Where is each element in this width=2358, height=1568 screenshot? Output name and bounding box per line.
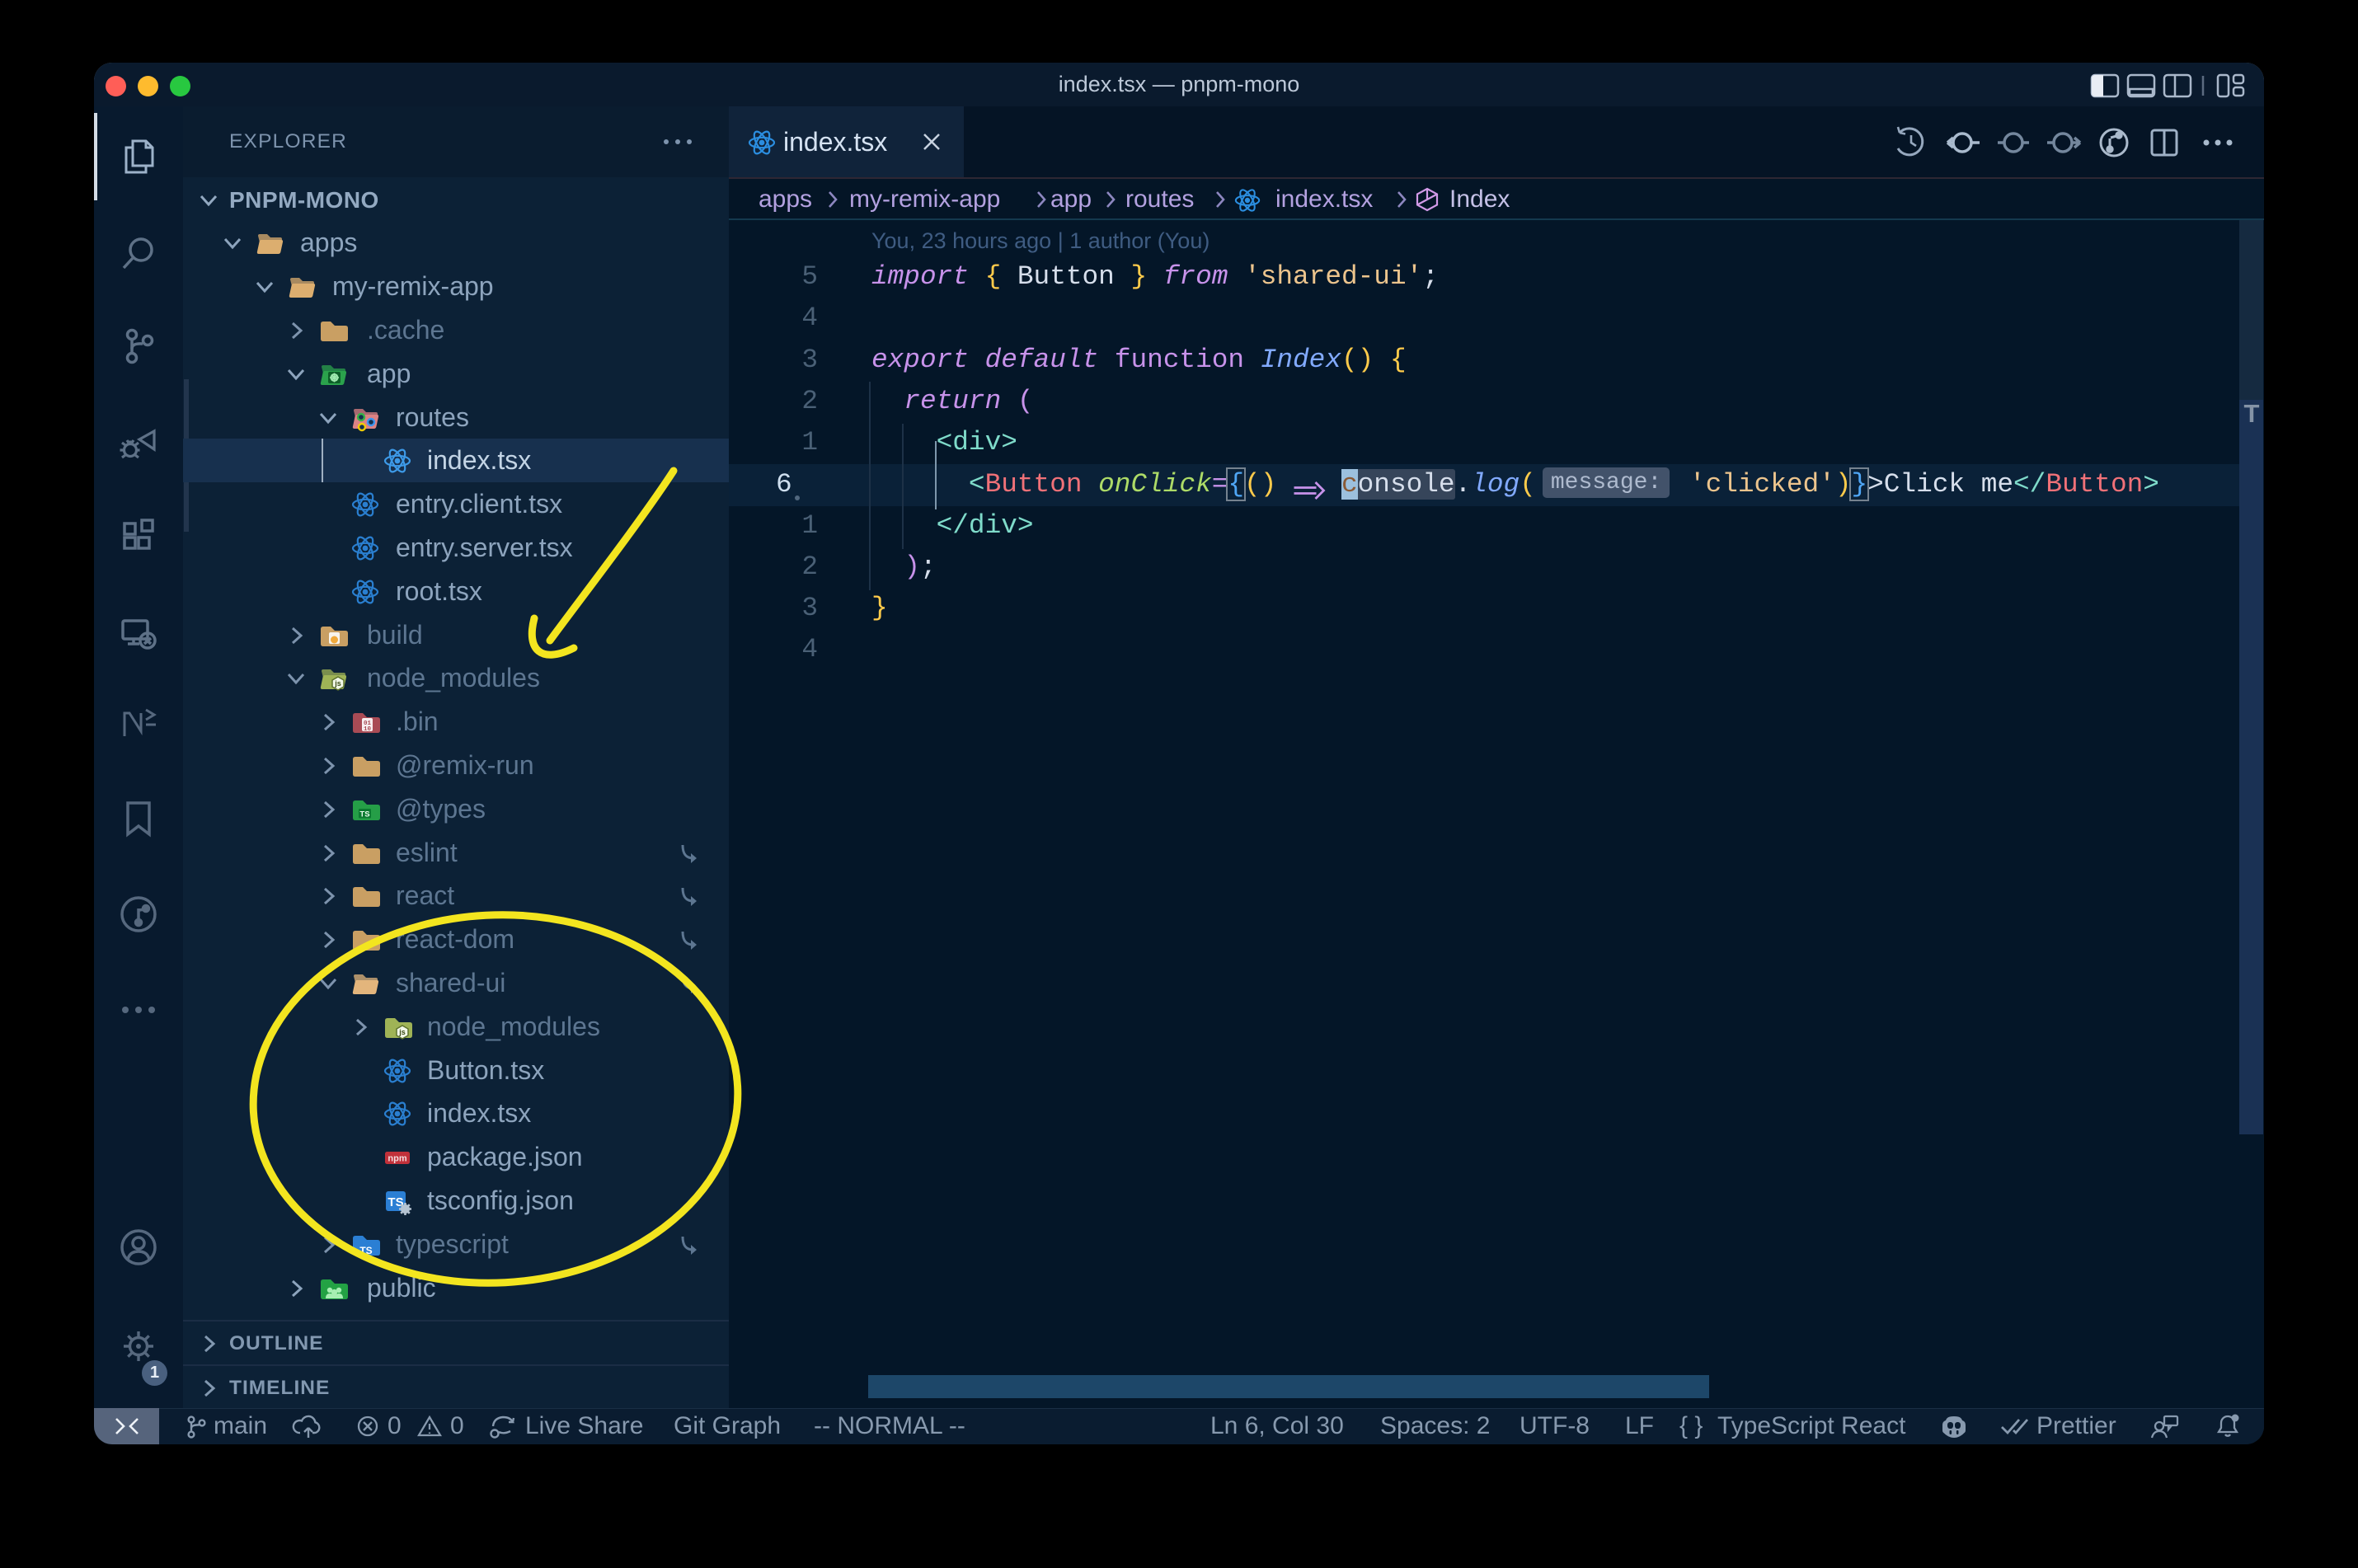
svg-text:TS: TS [359,810,369,819]
svg-text:TS: TS [359,1245,372,1256]
svg-text:10: 10 [364,726,372,733]
svg-text:js: js [334,679,341,688]
svg-text:js: js [398,1028,406,1036]
svg-text:npm: npm [388,1154,406,1164]
